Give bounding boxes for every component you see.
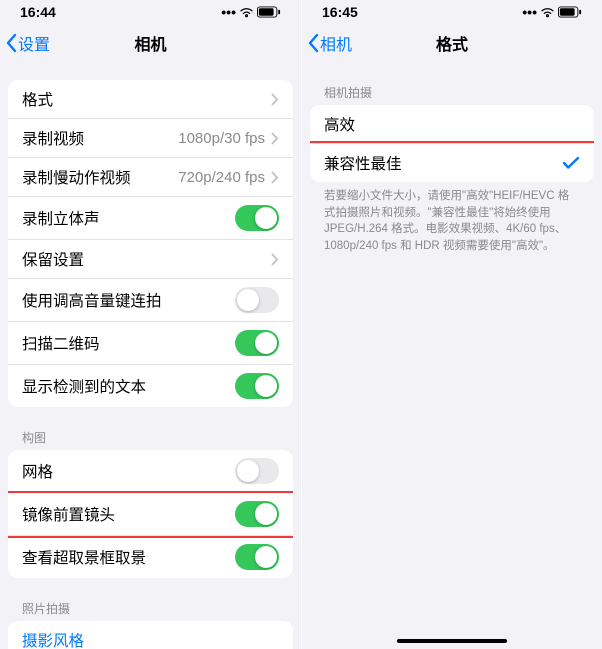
value: 1080p/30 fps — [178, 130, 265, 147]
label: 网格 — [22, 460, 235, 482]
check-icon — [562, 156, 580, 170]
dots-icon: ••• — [522, 4, 537, 20]
status-bar: 16:45 ••• — [302, 0, 602, 24]
card: 网格 镜像前置镜头 查看超取景框取景 — [8, 450, 293, 578]
row-scan-qr[interactable]: 扫描二维码 — [8, 322, 293, 365]
card: 摄影风格 — [8, 621, 293, 649]
chevron-left-icon — [6, 33, 18, 53]
home-indicator[interactable] — [397, 639, 507, 643]
row-volume-burst[interactable]: 使用调高音量键连拍 — [8, 279, 293, 322]
phone-camera-settings: 16:44 ••• 设置 相机 格式 录制视频 1080p/30 fps — [0, 0, 301, 649]
row-photographic-styles[interactable]: 摄影风格 — [8, 621, 293, 649]
row-mirror-front-camera[interactable]: 镜像前置镜头 — [8, 493, 293, 536]
section-header: 相机拍摄 — [310, 80, 594, 105]
label: 高效 — [324, 113, 580, 135]
label: 录制慢动作视频 — [22, 166, 178, 188]
chevron-right-icon — [271, 93, 279, 106]
chevron-right-icon — [271, 132, 279, 145]
switch-scan-qr[interactable] — [235, 330, 279, 356]
page-title: 格式 — [436, 31, 468, 55]
label: 兼容性最佳 — [324, 152, 562, 174]
switch-stereo[interactable] — [235, 205, 279, 231]
label: 录制立体声 — [22, 207, 235, 229]
section-header: 构图 — [8, 425, 293, 450]
label: 录制视频 — [22, 127, 178, 149]
group-photo-capture: 照片拍摄 摄影风格 将你的个人审美带进摄影作品，使照片更加个性化。"摄影风格"使… — [8, 596, 293, 649]
card: 格式 录制视频 1080p/30 fps 录制慢动作视频 720p/240 fp… — [8, 80, 293, 407]
group-camera: 格式 录制视频 1080p/30 fps 录制慢动作视频 720p/240 fp… — [8, 80, 293, 407]
label: 查看超取景框取景 — [22, 546, 235, 568]
battery-icon — [558, 6, 582, 18]
label: 保留设置 — [22, 248, 271, 270]
group-camera-capture: 相机拍摄 高效 兼容性最佳 若要缩小文件大小，请使用"高效"HEIF/HEVC … — [310, 80, 594, 261]
row-stereo[interactable]: 录制立体声 — [8, 197, 293, 240]
row-formats[interactable]: 格式 — [8, 80, 293, 119]
label: 扫描二维码 — [22, 332, 235, 354]
label: 格式 — [22, 88, 271, 110]
row-record-slomo[interactable]: 录制慢动作视频 720p/240 fps — [8, 158, 293, 197]
chevron-right-icon — [271, 171, 279, 184]
status-time: 16:44 — [20, 4, 56, 20]
content-scroll[interactable]: 相机拍摄 高效 兼容性最佳 若要缩小文件大小，请使用"高效"HEIF/HEVC … — [302, 62, 602, 649]
card: 高效 兼容性最佳 — [310, 105, 594, 182]
page-title: 相机 — [134, 31, 166, 55]
wifi-icon — [540, 7, 555, 18]
row-view-outside-frame[interactable]: 查看超取景框取景 — [8, 536, 293, 578]
dots-icon: ••• — [221, 4, 236, 20]
switch-grid[interactable] — [235, 458, 279, 484]
label: 显示检测到的文本 — [22, 375, 235, 397]
label: 使用调高音量键连拍 — [22, 289, 235, 311]
row-record-video[interactable]: 录制视频 1080p/30 fps — [8, 119, 293, 158]
back-label: 设置 — [18, 31, 50, 55]
group-composition: 构图 网格 镜像前置镜头 查看超取景框取景 — [8, 425, 293, 578]
switch-mirror-front[interactable] — [235, 501, 279, 527]
chevron-left-icon — [308, 33, 320, 53]
chevron-right-icon — [271, 253, 279, 266]
nav-bar: 相机 格式 — [302, 24, 602, 62]
label: 镜像前置镜头 — [22, 503, 235, 525]
status-bar: 16:44 ••• — [0, 0, 301, 24]
status-right: ••• — [522, 4, 582, 20]
nav-bar: 设置 相机 — [0, 24, 301, 62]
status-time: 16:45 — [322, 4, 358, 20]
battery-icon — [257, 6, 281, 18]
status-right: ••• — [221, 4, 281, 20]
wifi-icon — [239, 7, 254, 18]
row-high-efficiency[interactable]: 高效 — [310, 105, 594, 144]
back-button[interactable]: 相机 — [308, 31, 352, 55]
row-detect-text[interactable]: 显示检测到的文本 — [8, 365, 293, 407]
content-scroll[interactable]: 格式 录制视频 1080p/30 fps 录制慢动作视频 720p/240 fp… — [0, 62, 301, 649]
row-most-compatible[interactable]: 兼容性最佳 — [310, 144, 594, 182]
row-preserve-settings[interactable]: 保留设置 — [8, 240, 293, 279]
switch-detect-text[interactable] — [235, 373, 279, 399]
value: 720p/240 fps — [178, 169, 265, 186]
switch-outside-frame[interactable] — [235, 544, 279, 570]
back-label: 相机 — [320, 31, 352, 55]
row-grid[interactable]: 网格 — [8, 450, 293, 493]
label: 摄影风格 — [22, 629, 279, 649]
section-header: 照片拍摄 — [8, 596, 293, 621]
switch-volume-burst[interactable] — [235, 287, 279, 313]
back-button[interactable]: 设置 — [6, 31, 50, 55]
section-footer: 若要缩小文件大小，请使用"高效"HEIF/HEVC 格式拍摄照片和视频。"兼容性… — [310, 182, 594, 261]
phone-formats: 16:45 ••• 相机 格式 相机拍摄 高效 兼容性最佳 — [301, 0, 602, 649]
